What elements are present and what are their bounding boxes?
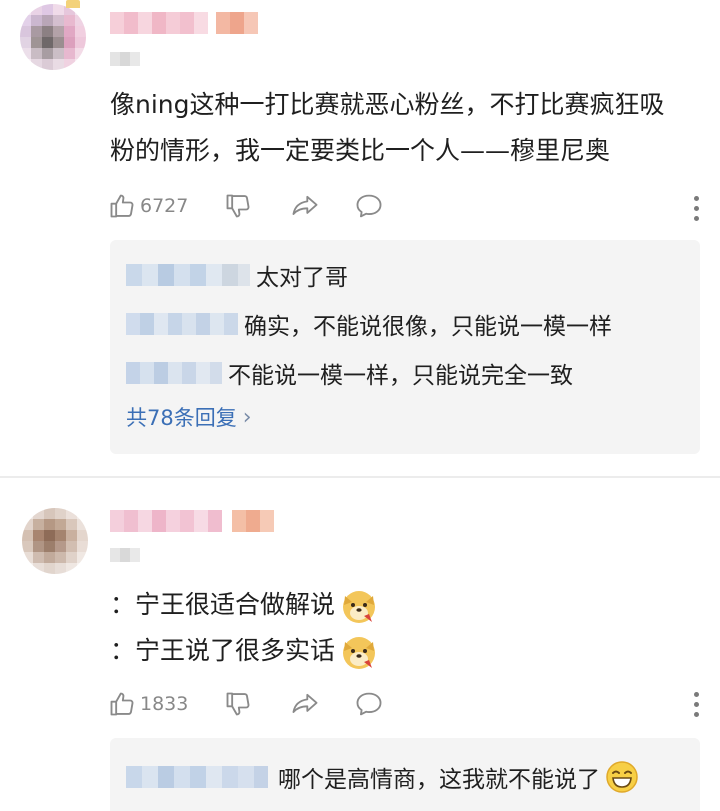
replies-panel: 哪个是高情商，这我就不能说了 [110,738,700,811]
username-redacted[interactable] [110,510,274,532]
user-level-redacted [110,548,140,562]
more-vertical-icon [694,692,699,697]
more-options-button[interactable] [694,692,700,717]
reply-username-redacted[interactable] [126,766,268,788]
reply-item[interactable]: 哪个是高情商，这我就不能说了 [126,760,640,794]
like-count: 1833 [140,693,189,715]
comment-text: ：宁王很适合做解说 ：宁王说了很多实话 [110,582,379,674]
comment-bubble-icon [356,692,382,716]
dislike-button[interactable] [224,690,290,718]
like-button[interactable]: 1833 [108,690,224,718]
grin-emoji-icon [606,761,638,793]
comment-card: ：宁王很适合做解说 ：宁王说了很多实话 1833 哪个是高情商，这我就不能说了 [0,0,720,811]
share-button[interactable] [290,690,354,718]
comment-text-line-content: ：宁王很适合做解说 [110,590,336,619]
comment-actions: 1833 [108,684,708,724]
thumbs-down-icon [226,692,250,716]
avatar[interactable] [22,508,88,574]
reply-text: 哪个是高情商，这我就不能说了 [278,767,600,793]
comment-text-line: ：宁王很适合做解说 [110,582,379,628]
doge-emoji-icon [343,591,376,623]
doge-emoji-icon [343,637,376,669]
reply-comment-button[interactable] [354,690,398,718]
comment-text-line: ：宁王说了很多实话 [110,628,379,674]
share-icon [292,693,318,713]
thumbs-up-icon [110,692,134,716]
comment-text-line-content: ：宁王说了很多实话 [110,636,336,665]
